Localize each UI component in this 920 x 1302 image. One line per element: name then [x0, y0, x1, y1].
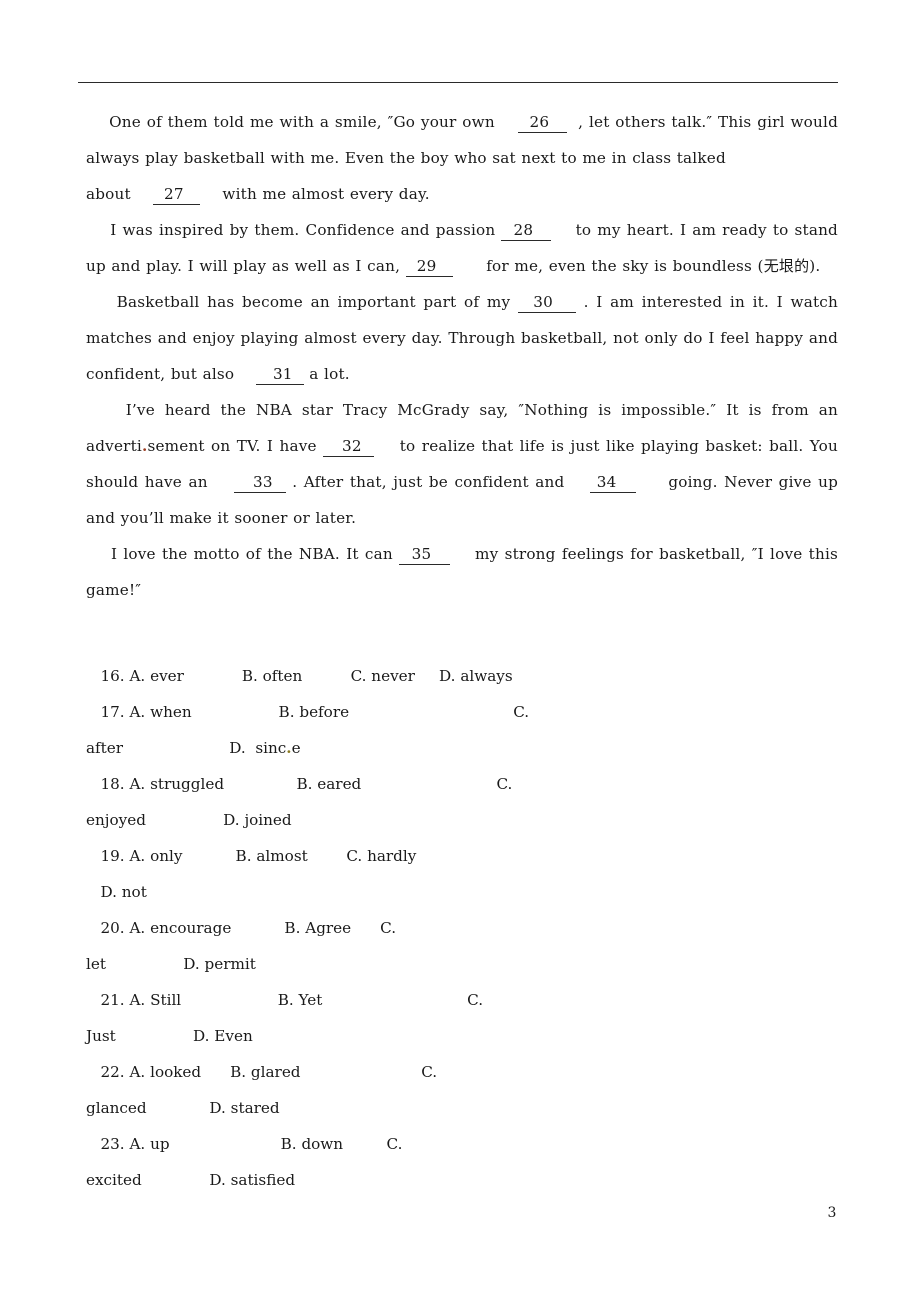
paragraph-text: I was inspired by them. Confidence and p… — [86, 221, 844, 277]
blank-34: 34 — [590, 473, 636, 493]
paragraph-text: I’ve heard the NBA star Tracy McGrady sa… — [86, 401, 844, 527]
page-number: 3 — [827, 1205, 837, 1221]
scan-artifact-speck: . — [141, 437, 148, 455]
question-line: 21. A. Still B. Yet C. — [86, 991, 484, 1009]
passage-paragraph-32: I’ve heard the NBA star Tracy McGrady sa… — [86, 392, 838, 536]
blank-35: 35 — [399, 545, 451, 565]
question-line-cont: excited D. satisfied — [86, 1171, 296, 1189]
question-line-cont: D. not — [86, 883, 147, 901]
scan-artifact-speck: . — [286, 739, 292, 757]
paragraph-text: Basketball has become an important part … — [86, 293, 844, 385]
passage-paragraph-30: Basketball has become an important part … — [86, 284, 838, 392]
blank-31: 31 — [256, 365, 304, 385]
blank-26: 26 — [517, 113, 567, 133]
question-line-cont: after D. sinc.e — [86, 739, 301, 757]
passage-body: One of them told me with a smile, ″Go yo… — [86, 104, 838, 608]
question-line: 19. A. only B. almost C. hardly — [86, 847, 417, 865]
question-list: 16. A. ever B. often C. never D. always … — [86, 658, 838, 1198]
blank-27: 27 — [152, 185, 201, 205]
question-item-21: 21. A. Still B. Yet C. Just D. Even — [86, 982, 838, 1054]
blank-30: 30 — [517, 293, 576, 313]
blank-32: 32 — [323, 437, 375, 457]
header-rule — [78, 82, 838, 83]
document-page: One of them told me with a smile, ″Go yo… — [0, 0, 920, 1302]
question-item-16: 16. A. ever B. often C. never D. always — [86, 658, 838, 694]
passage-paragraph-26: One of them told me with a smile, ″Go yo… — [86, 104, 838, 212]
passage-paragraph-28: I was inspired by them. Confidence and p… — [86, 212, 838, 284]
paragraph-text-cont: about 27 with me almost every day. — [86, 185, 430, 205]
question-item-19: 19. A. only B. almost C. hardly D. not — [86, 838, 838, 910]
question-line: 17. A. when B. before C. — [86, 703, 530, 721]
blank-33: 33 — [233, 473, 286, 493]
blank-29: 29 — [405, 257, 454, 277]
question-item-22: 22. A. looked B. glared C. glanced D. sta… — [86, 1054, 838, 1126]
question-line-cont: glanced D. stared — [86, 1099, 280, 1117]
blank-28: 28 — [501, 221, 552, 241]
question-line: 20. A. encourage B. Agree C. — [86, 919, 397, 937]
question-item-23: 23. A. up B. down C. excited D. satisfied — [86, 1126, 838, 1198]
question-line: 23. A. up B. down C. — [86, 1135, 403, 1153]
question-item-17: 17. A. when B. before C. after D. sinc.e — [86, 694, 838, 766]
question-line: 22. A. looked B. glared C. — [86, 1063, 438, 1081]
chinese-gloss: 无垠的 — [763, 257, 810, 275]
question-line-cont: let D. permit — [86, 955, 256, 973]
question-line-cont: Just D. Even — [86, 1027, 253, 1045]
question-item-20: 20. A. encourage B. Agree C. let D. permi… — [86, 910, 838, 982]
question-item-18: 18. A. struggled B. eared C. enjoyed D. j… — [86, 766, 838, 838]
paragraph-text: I love the motto of the NBA. It can 35 m… — [86, 545, 844, 599]
paragraph-text: One of them told me with a smile, ″Go yo… — [86, 113, 844, 167]
question-line: 18. A. struggled B. eared C. — [86, 775, 513, 793]
passage-paragraph-35: I love the motto of the NBA. It can 35 m… — [86, 536, 838, 608]
question-line: 16. A. ever B. often C. never D. always — [86, 667, 513, 685]
question-line-cont: enjoyed D. joined — [86, 811, 292, 829]
